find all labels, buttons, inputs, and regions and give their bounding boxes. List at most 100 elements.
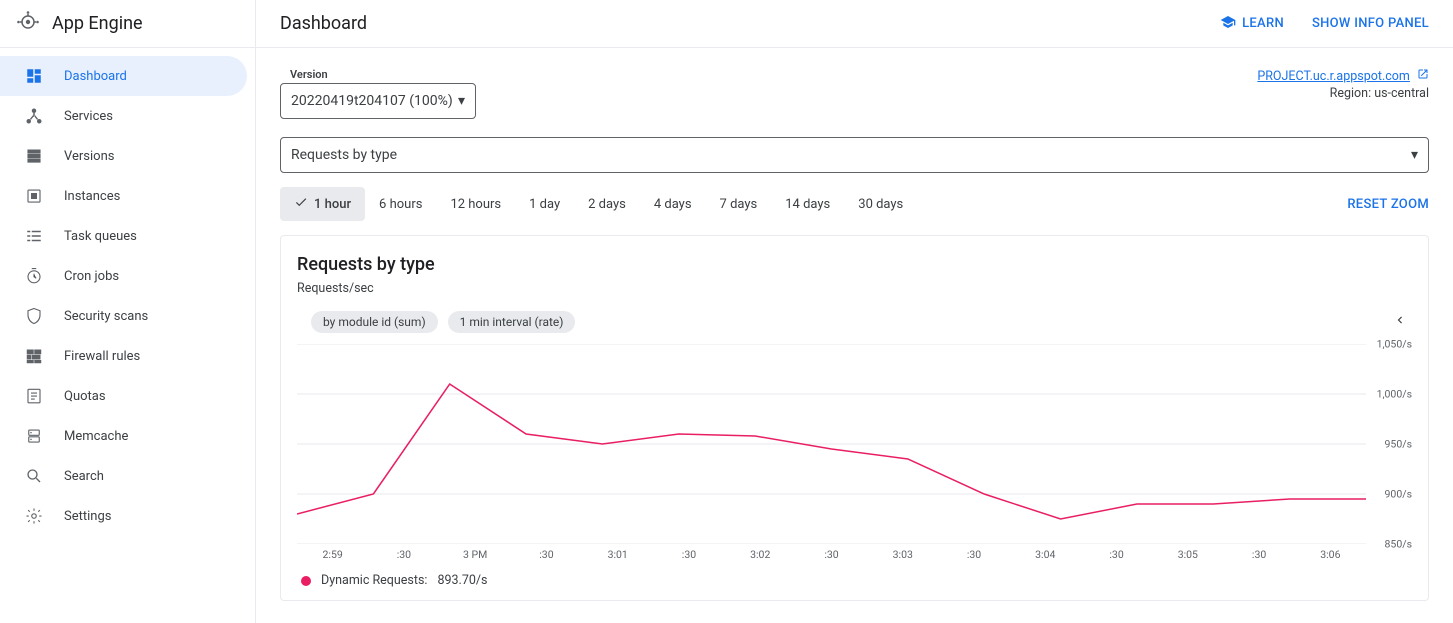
sidebar-item-label: Search — [64, 469, 104, 484]
chart-title: Requests by type — [297, 254, 1412, 275]
version-label: Version — [290, 68, 476, 81]
y-tick: 900/s — [1385, 488, 1412, 501]
instances-icon — [24, 186, 44, 206]
learn-link[interactable]: LEARN — [1220, 14, 1284, 34]
x-tick: :30 — [938, 548, 1009, 561]
x-tick: :30 — [796, 548, 867, 561]
chevron-down-icon: ▾ — [1411, 147, 1418, 163]
sidebar-item-label: Cron jobs — [64, 269, 119, 284]
x-tick: 2:59 — [297, 548, 368, 561]
show-info-panel-link[interactable]: SHOW INFO PANEL — [1312, 16, 1429, 31]
time-range-6-hours[interactable]: 6 hours — [365, 187, 436, 221]
x-tick: 3:02 — [725, 548, 796, 561]
sidebar-item-services[interactable]: Services — [0, 96, 255, 136]
queues-icon — [24, 226, 44, 246]
reset-zoom-button[interactable]: RESET ZOOM — [1347, 197, 1429, 212]
sidebar-item-cron-jobs[interactable]: Cron jobs — [0, 256, 255, 296]
chevron-left-icon — [1393, 313, 1407, 331]
time-range-30-days[interactable]: 30 days — [844, 187, 917, 221]
version-selected: 20220419t204107 (100%) — [291, 93, 453, 109]
sidebar-item-dashboard[interactable]: Dashboard — [0, 56, 247, 96]
project-info: PROJECT.uc.r.appspot.com Region: us-cent… — [1257, 68, 1429, 101]
time-range-1-day[interactable]: 1 day — [515, 187, 574, 221]
time-range-2-days[interactable]: 2 days — [574, 187, 640, 221]
x-tick: 3:06 — [1295, 548, 1366, 561]
time-range-12-hours[interactable]: 12 hours — [436, 187, 515, 221]
version-dropdown[interactable]: 20220419t204107 (100%) ▾ — [280, 83, 476, 119]
project-url-link[interactable]: PROJECT.uc.r.appspot.com — [1257, 69, 1410, 84]
app-engine-icon — [16, 10, 40, 38]
chart-pills: by module id (sum) 1 min interval (rate) — [311, 311, 575, 333]
chart-collapse-button[interactable] — [1388, 310, 1412, 334]
versions-icon — [24, 146, 44, 166]
x-tick: :30 — [653, 548, 724, 561]
time-range-label: 30 days — [858, 197, 903, 212]
time-range-4-days[interactable]: 4 days — [640, 187, 706, 221]
x-tick: :30 — [1223, 548, 1294, 561]
nav-list: Dashboard ServicesVersions Instances Task q… — [0, 48, 255, 536]
firewall-icon — [24, 346, 44, 366]
sidebar-item-security-scans[interactable]: Security scans — [0, 296, 255, 336]
chart-card: Requests by type Requests/sec by module … — [280, 235, 1429, 601]
sidebar-item-settings[interactable]: Settings — [0, 496, 255, 536]
time-ranges: 1 hour 6 hours 12 hours 1 day 2 days 4 days 7 … — [280, 187, 917, 221]
time-range-label: 4 days — [654, 197, 692, 212]
version-group: Version 20220419t204107 (100%) ▾ — [280, 68, 476, 119]
chevron-down-icon: ▾ — [458, 93, 465, 109]
product-title: App Engine — [52, 13, 143, 34]
chart-pill[interactable]: by module id (sum) — [311, 311, 438, 333]
chart-legend: Dynamic Requests: 893.70/s — [301, 573, 1412, 588]
chart-plot[interactable] — [297, 344, 1366, 544]
time-range-1-hour[interactable]: 1 hour — [280, 187, 365, 221]
sidebar-item-memcache[interactable]: Memcache — [0, 416, 255, 456]
sidebar-item-label: Quotas — [64, 389, 106, 404]
services-icon — [24, 106, 44, 126]
legend-label: Dynamic Requests: — [321, 573, 427, 588]
x-tick: :30 — [368, 548, 439, 561]
legend-value: 893.70/s — [437, 573, 487, 588]
settings-icon — [24, 506, 44, 526]
content: Version 20220419t204107 (100%) ▾ PROJECT… — [256, 48, 1453, 623]
x-tick: :30 — [511, 548, 582, 561]
topbar-actions: LEARN SHOW INFO PANEL — [1220, 14, 1429, 34]
quotas-icon — [24, 386, 44, 406]
x-tick: 3:03 — [867, 548, 938, 561]
chart-area: 1,050/s1,000/s950/s900/s850/s — [297, 344, 1412, 544]
cron-icon — [24, 266, 44, 286]
sidebar-item-quotas[interactable]: Quotas — [0, 376, 255, 416]
sidebar-item-label: Dashboard — [64, 69, 127, 84]
sidebar-item-firewall-rules[interactable]: Firewall rules — [0, 336, 255, 376]
sidebar-item-search[interactable]: Search — [0, 456, 255, 496]
metric-selected: Requests by type — [291, 147, 397, 163]
time-range-14-days[interactable]: 14 days — [771, 187, 844, 221]
check-icon — [294, 195, 308, 213]
external-link-icon — [1417, 69, 1429, 84]
time-range-label: 12 hours — [450, 197, 501, 212]
search-icon — [24, 466, 44, 486]
x-tick: 3:01 — [582, 548, 653, 561]
sidebar-item-label: Instances — [64, 189, 120, 204]
sidebar-item-label: Memcache — [64, 429, 128, 444]
sidebar: App Engine Dashboard ServicesVersions Inst… — [0, 0, 256, 623]
show-info-label: SHOW INFO PANEL — [1312, 16, 1429, 31]
sidebar-item-instances[interactable]: Instances — [0, 176, 255, 216]
time-range-label: 7 days — [720, 197, 758, 212]
project-region: Region: us-central — [1257, 86, 1429, 101]
sidebar-header: App Engine — [0, 0, 255, 48]
chart-subtitle: Requests/sec — [297, 281, 1412, 296]
legend-dot — [301, 576, 311, 586]
y-tick: 950/s — [1385, 438, 1412, 451]
sidebar-item-task-queues[interactable]: Task queues — [0, 216, 255, 256]
sidebar-item-versions[interactable]: Versions — [0, 136, 255, 176]
time-range-7-days[interactable]: 7 days — [706, 187, 772, 221]
dashboard-icon — [24, 66, 44, 86]
metric-dropdown[interactable]: Requests by type ▾ — [280, 137, 1429, 173]
sidebar-item-label: Task queues — [64, 229, 137, 244]
time-range-label: 6 hours — [379, 197, 422, 212]
x-tick: :30 — [1081, 548, 1152, 561]
chart-pill[interactable]: 1 min interval (rate) — [448, 311, 576, 333]
y-tick: 1,000/s — [1377, 388, 1412, 401]
time-range-label: 1 day — [529, 197, 560, 212]
sidebar-item-label: Settings — [64, 509, 111, 524]
time-range-label: 14 days — [785, 197, 830, 212]
